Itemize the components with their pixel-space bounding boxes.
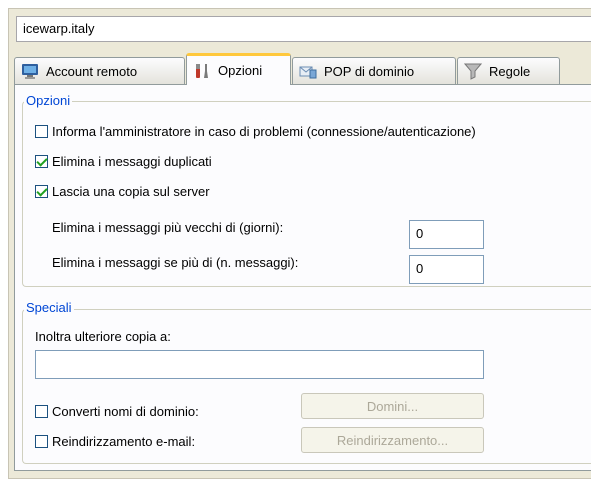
checkbox-label: Reindirizzamento e-mail: [52, 434, 196, 449]
older-than-days-input[interactable]: 0 [409, 220, 484, 249]
checkbox-label: Converti nomi di dominio: [52, 404, 199, 419]
checkbox-label: Elimina i messaggi duplicati [52, 154, 212, 169]
checkbox-box[interactable] [35, 435, 48, 448]
monitor-icon [21, 62, 39, 80]
convert-domains-checkbox[interactable]: Converti nomi di dominio: [35, 404, 199, 419]
group-opzioni-legend: Opzioni [24, 93, 73, 108]
tab-opzioni[interactable]: Opzioni [186, 53, 291, 85]
tab-pop-di-dominio[interactable]: POP di dominio [292, 57, 456, 84]
redirect-email-checkbox[interactable]: Reindirizzamento e-mail: [35, 434, 195, 449]
more-than-count-label: Elimina i messaggi se più di (n. messagg… [52, 255, 299, 270]
tools-icon [193, 62, 211, 80]
more-than-count-input[interactable]: 0 [409, 255, 484, 284]
tab-strip: Account remoto Opzioni POP di dominio Re… [14, 51, 591, 85]
checkbox-box[interactable] [35, 155, 48, 168]
account-name-field: icewarp.italy [16, 16, 591, 42]
checkbox-box[interactable] [35, 125, 48, 138]
notify-admin-checkbox[interactable]: Informa l'amministratore in caso di prob… [35, 124, 476, 139]
group-speciali-legend: Speciali [24, 300, 74, 315]
delete-duplicates-checkbox[interactable]: Elimina i messaggi duplicati [35, 154, 212, 169]
mail-server-icon [299, 62, 317, 80]
forward-copy-input[interactable] [35, 350, 484, 379]
checkbox-box[interactable] [35, 185, 48, 198]
tab-label: Opzioni [218, 63, 263, 78]
reindirizzamento-button[interactable]: Reindirizzamento... [301, 427, 484, 453]
checkbox-label: Lascia una copia sul server [52, 184, 210, 199]
forward-copy-label: Inoltra ulteriore copia a: [35, 329, 171, 344]
tab-label: POP di dominio [324, 63, 415, 79]
older-than-days-label: Elimina i messaggi più vecchi di (giorni… [52, 220, 284, 235]
filter-icon [463, 62, 483, 80]
checkbox-box[interactable] [35, 405, 48, 418]
tab-label: Account remoto [46, 63, 138, 79]
domini-button[interactable]: Domini... [301, 393, 484, 419]
tab-regole[interactable]: Regole [457, 57, 560, 84]
tab-account-remoto[interactable]: Account remoto [14, 57, 185, 84]
tab-label: Regole [489, 63, 531, 79]
keep-copy-checkbox[interactable]: Lascia una copia sul server [35, 184, 210, 199]
checkbox-label: Informa l'amministratore in caso di prob… [52, 124, 476, 139]
